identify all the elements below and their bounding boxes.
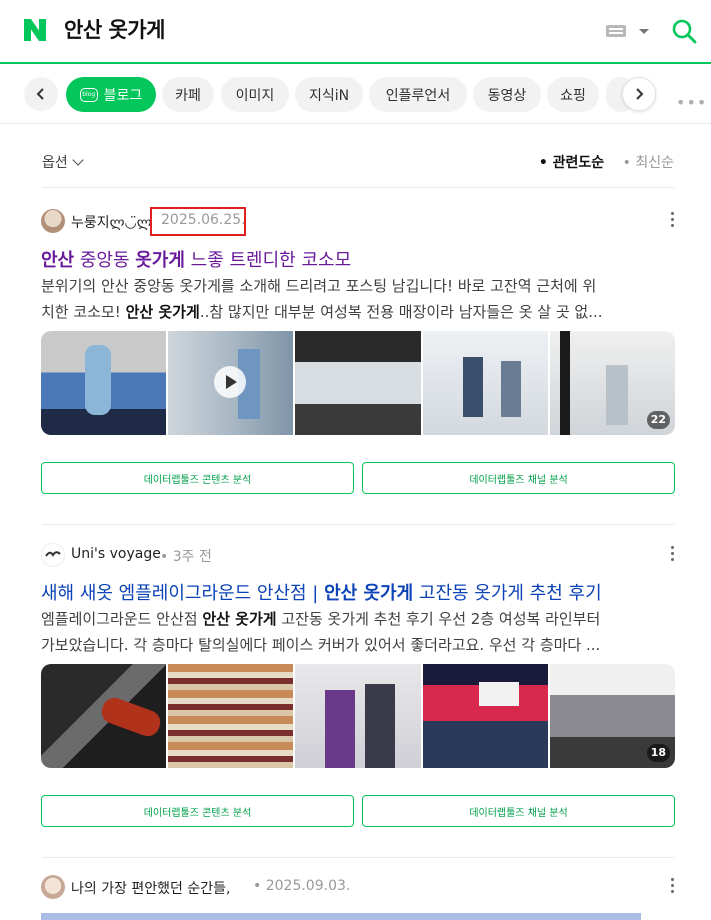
sort-options: • 관련도순 • 최신순 — [539, 152, 674, 172]
image-strip: 18 — [41, 664, 675, 768]
scroll-right-button[interactable] — [622, 77, 656, 111]
tab-video[interactable]: 동영상 — [473, 77, 541, 112]
tab-kin[interactable]: 지식iN — [295, 77, 363, 112]
more-options-icon[interactable] — [671, 546, 675, 564]
post-snippet[interactable]: 엠플레이그라운드 안산점 안산 옷가게 고잔동 옷가게 추천 후기 우선 2층 … — [41, 606, 675, 658]
author-row: Uni's voyage • 3주 전 — [41, 543, 675, 567]
chevron-left-icon — [36, 88, 44, 100]
author-row: 누룽지ლ◡̈ლ 2025.06.25. — [41, 207, 675, 236]
search-result-post: 나의 가장 편안했던 순간들, • 2025.09.03. — [41, 875, 675, 920]
blog-badge-icon: blog — [79, 87, 98, 102]
date-highlight-box — [150, 207, 246, 236]
post-title-cutoff[interactable] — [41, 913, 641, 920]
image-count-badge: 18 — [646, 744, 671, 762]
more-options-icon[interactable] — [671, 878, 675, 896]
channel-analysis-button[interactable]: 데이터랩툴즈 채널 분석 — [362, 462, 675, 494]
scroll-left-button[interactable] — [24, 77, 58, 111]
more-menu-icon[interactable]: ••• — [676, 93, 707, 112]
thumbnail-video[interactable] — [168, 331, 294, 435]
search-query[interactable]: 안산 옷가게 — [64, 14, 165, 44]
tab-cafe[interactable]: 카페 — [162, 77, 214, 112]
post-title[interactable]: 새해 새옷 엠플레이그라운드 안산점 | 안산 옷가게 고잔동 옷가게 추천 후… — [41, 579, 602, 605]
sort-latest[interactable]: • 최신순 — [623, 155, 674, 171]
thumbnail-image[interactable] — [168, 664, 294, 768]
search-result-post: 누룽지ლ◡̈ლ 2025.06.25. 안산 중앙동 옷가게 느좋 트렌디한 코… — [41, 207, 675, 499]
search-icon[interactable] — [670, 17, 698, 45]
tab-shopping[interactable]: 쇼핑 — [547, 77, 599, 112]
tab-blog[interactable]: blog 블로그 — [66, 77, 156, 112]
avatar[interactable] — [41, 875, 65, 899]
content-analysis-button[interactable]: 데이터랩툴즈 콘텐츠 분석 — [41, 795, 354, 827]
image-strip: 22 — [41, 331, 675, 435]
search-header: 안산 옷가게 — [0, 0, 711, 64]
thumbnail-image[interactable] — [295, 664, 421, 768]
naver-logo[interactable] — [22, 17, 48, 43]
chevron-right-icon — [636, 88, 644, 100]
author-row: 나의 가장 편안했던 순간들, • 2025.09.03. — [41, 875, 675, 899]
author-name[interactable]: 나의 가장 편안했던 순간들, — [71, 878, 230, 898]
divider — [42, 857, 675, 858]
keyboard-icon[interactable] — [606, 25, 626, 37]
options-toggle[interactable]: 옵션 — [42, 152, 84, 172]
divider — [42, 187, 675, 188]
avatar[interactable] — [41, 209, 65, 233]
post-date: • 2025.09.03. — [253, 878, 351, 894]
author-name[interactable]: 누룽지ლ◡̈ლ — [71, 212, 152, 232]
content-analysis-button[interactable]: 데이터랩툴즈 콘텐츠 분석 — [41, 462, 354, 494]
divider — [42, 524, 675, 525]
post-date: • 3주 전 — [160, 549, 212, 565]
thumbnail-image[interactable]: 18 — [549, 664, 675, 768]
thumbnail-image[interactable]: 22 — [549, 331, 675, 435]
thumbnail-image[interactable] — [41, 664, 167, 768]
channel-analysis-button[interactable]: 데이터랩툴즈 채널 분석 — [362, 795, 675, 827]
image-count-badge: 22 — [646, 411, 671, 429]
thumbnail-image[interactable] — [295, 331, 421, 435]
thumbnail-image[interactable] — [422, 331, 548, 435]
search-tabs: blog 블로그 카페 이미지 지식iN 인플루언서 동영상 쇼핑 ••• — [0, 66, 711, 124]
more-options-icon[interactable] — [671, 212, 675, 230]
thumbnail-image[interactable] — [41, 331, 167, 435]
post-title[interactable]: 안산 중앙동 옷가게 느좋 트렌디한 코소모 — [41, 246, 351, 272]
post-snippet[interactable]: 분위기의 안산 중앙동 옷가게를 소개해 드리려고 포스팅 남깁니다! 바로 고… — [41, 273, 675, 325]
avatar[interactable] — [41, 543, 65, 567]
chevron-down-icon — [72, 154, 84, 166]
sort-relevance[interactable]: • 관련도순 — [539, 155, 604, 171]
search-result-post: Uni's voyage • 3주 전 새해 새옷 엠플레이그라운드 안산점 |… — [41, 543, 675, 833]
bird-logo-icon — [45, 551, 61, 557]
play-icon[interactable] — [214, 366, 247, 398]
thumbnail-image[interactable] — [422, 664, 548, 768]
caret-down-icon[interactable] — [639, 29, 649, 34]
author-name[interactable]: Uni's voyage — [71, 546, 161, 562]
tab-image[interactable]: 이미지 — [221, 77, 289, 112]
tab-influencer[interactable]: 인플루언서 — [369, 77, 467, 112]
